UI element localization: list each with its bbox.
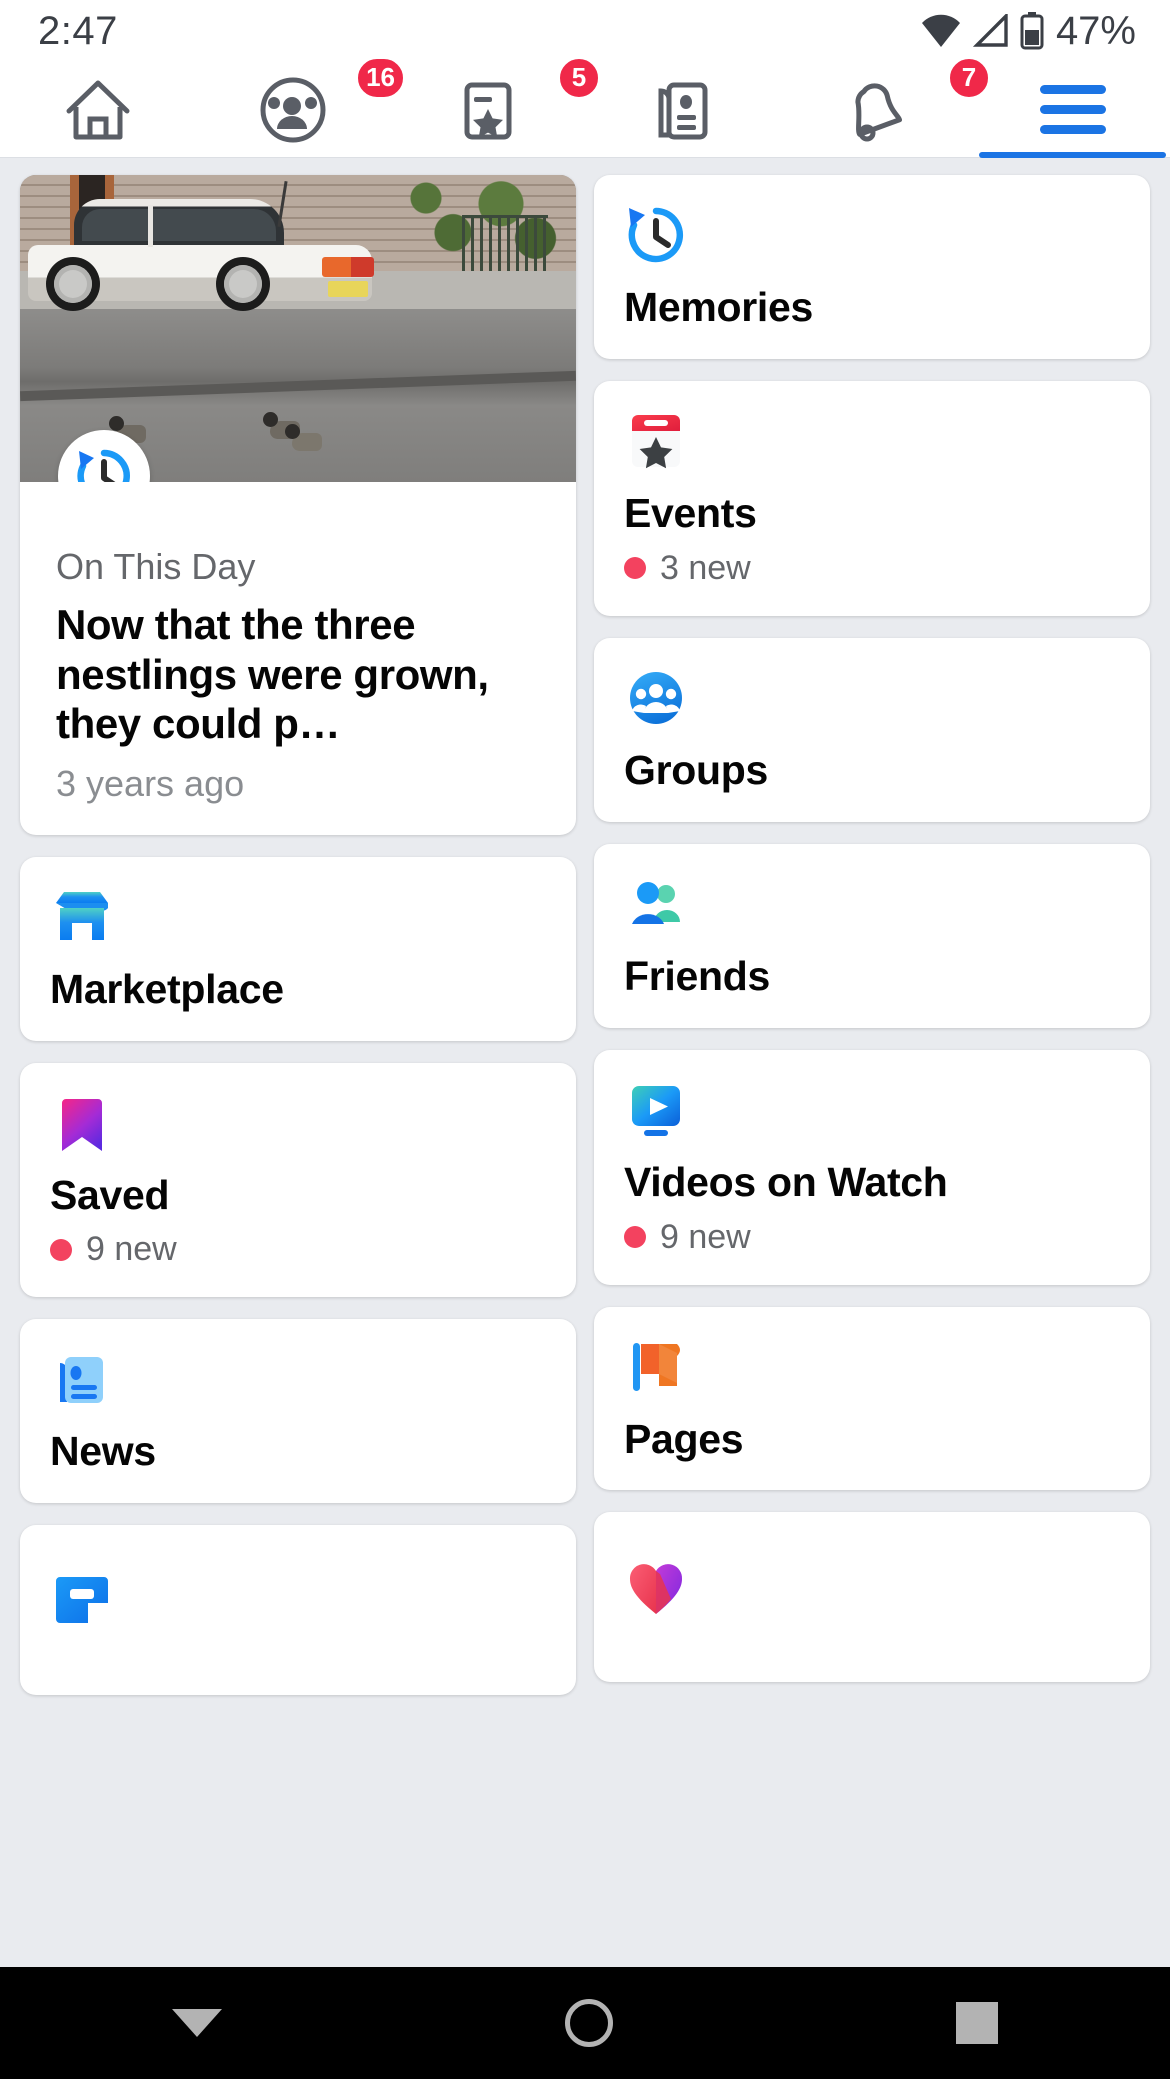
- memory-timestamp: 3 years ago: [56, 762, 245, 804]
- menu-item-label: News: [50, 1428, 156, 1475]
- menu-item-badge-text: 9 new: [86, 1230, 177, 1269]
- cellular-signal-icon: [972, 14, 1010, 48]
- memories-clock-icon: [624, 203, 688, 267]
- menu-item-label: Groups: [624, 746, 768, 793]
- pages-flag-icon: [624, 1335, 688, 1399]
- new-dot-icon: [50, 1238, 72, 1261]
- tab-groups[interactable]: 16: [195, 55, 406, 158]
- menu-item-label: Friends: [624, 952, 770, 999]
- menu-item-videos-on-watch[interactable]: Videos on Watch 9 new: [594, 1049, 1150, 1285]
- battery-percent: 47%: [1055, 8, 1136, 53]
- events-calendar-icon: [453, 75, 523, 145]
- tab-notifications[interactable]: 7: [780, 55, 991, 158]
- memory-title: Now that the three nestlings were grown,…: [56, 601, 489, 748]
- menu-item-badge-text: 9 new: [660, 1217, 751, 1256]
- watch-video-icon: [624, 1078, 688, 1142]
- memory-card[interactable]: On This Day Now that the three nestlings…: [20, 175, 576, 835]
- events-calendar-icon: [624, 409, 688, 473]
- home-button[interactable]: [564, 1999, 613, 2047]
- friends-icon: [624, 872, 688, 936]
- back-button[interactable]: [171, 2009, 222, 2037]
- tab-home[interactable]: [0, 62, 195, 158]
- hamburger-menu-icon: [1039, 85, 1106, 134]
- battery-icon: [1020, 12, 1044, 50]
- menu-item-events[interactable]: Events 3 new: [594, 380, 1150, 616]
- bell-icon: [843, 75, 913, 145]
- system-navigation-bar: [0, 1967, 1170, 2079]
- menu-item-label: Events: [624, 489, 757, 536]
- menu-item-label: Pages: [624, 1415, 744, 1462]
- tab-news[interactable]: [585, 62, 780, 158]
- home-icon: [63, 75, 133, 145]
- menu-item-label: Marketplace: [50, 965, 284, 1012]
- memory-eyebrow: On This Day: [56, 546, 256, 587]
- memory-photo: [20, 175, 576, 482]
- news-paper-icon: [50, 1347, 114, 1411]
- menu-item-badge: 9 new: [50, 1230, 546, 1269]
- left-column: On This Day Now that the three nestlings…: [20, 175, 576, 1967]
- status-bar: 2:47 47%: [0, 0, 1170, 62]
- menu-item-friends[interactable]: Friends: [594, 843, 1150, 1028]
- menu-item-marketplace[interactable]: Marketplace: [20, 856, 576, 1041]
- wifi-icon: [920, 14, 962, 48]
- menu-item-badge: 9 new: [624, 1218, 1120, 1257]
- new-dot-icon: [624, 1226, 646, 1249]
- menu-grid: On This Day Now that the three nestlings…: [0, 159, 1170, 1967]
- menu-item-badge: 3 new: [624, 549, 1120, 588]
- menu-item-gaming[interactable]: [20, 1525, 576, 1696]
- saved-bookmark-icon: [50, 1091, 114, 1155]
- status-indicators: 47%: [920, 9, 1136, 54]
- new-dot-icon: [624, 557, 646, 580]
- menu-item-dating[interactable]: [594, 1512, 1150, 1683]
- menu-item-label: Videos on Watch: [624, 1158, 948, 1205]
- top-navigation-bar: 16 5 7: [0, 55, 1170, 158]
- gaming-icon: [50, 1569, 114, 1633]
- menu-item-label: Saved: [50, 1171, 170, 1218]
- menu-item-memories[interactable]: Memories: [594, 175, 1150, 359]
- tab-menu[interactable]: [975, 62, 1170, 158]
- menu-item-news[interactable]: News: [20, 1319, 576, 1504]
- menu-item-saved[interactable]: Saved 9 new: [20, 1062, 576, 1298]
- menu-item-groups[interactable]: Groups: [594, 637, 1150, 822]
- status-time: 2:47: [38, 8, 118, 53]
- groups-people-icon: [624, 666, 688, 730]
- marketplace-storefront-icon: [50, 885, 114, 949]
- menu-item-badge-text: 3 new: [660, 548, 751, 587]
- news-icon: [648, 75, 718, 145]
- recents-button[interactable]: [956, 2002, 999, 2044]
- menu-item-pages[interactable]: Pages: [594, 1306, 1150, 1491]
- tab-events[interactable]: 5: [390, 55, 601, 158]
- right-column: Memories Events 3 new Groups Friends Vid…: [594, 175, 1150, 1967]
- groups-icon: [258, 75, 328, 145]
- menu-item-label: Memories: [624, 284, 814, 330]
- dating-heart-icon: [624, 1556, 688, 1620]
